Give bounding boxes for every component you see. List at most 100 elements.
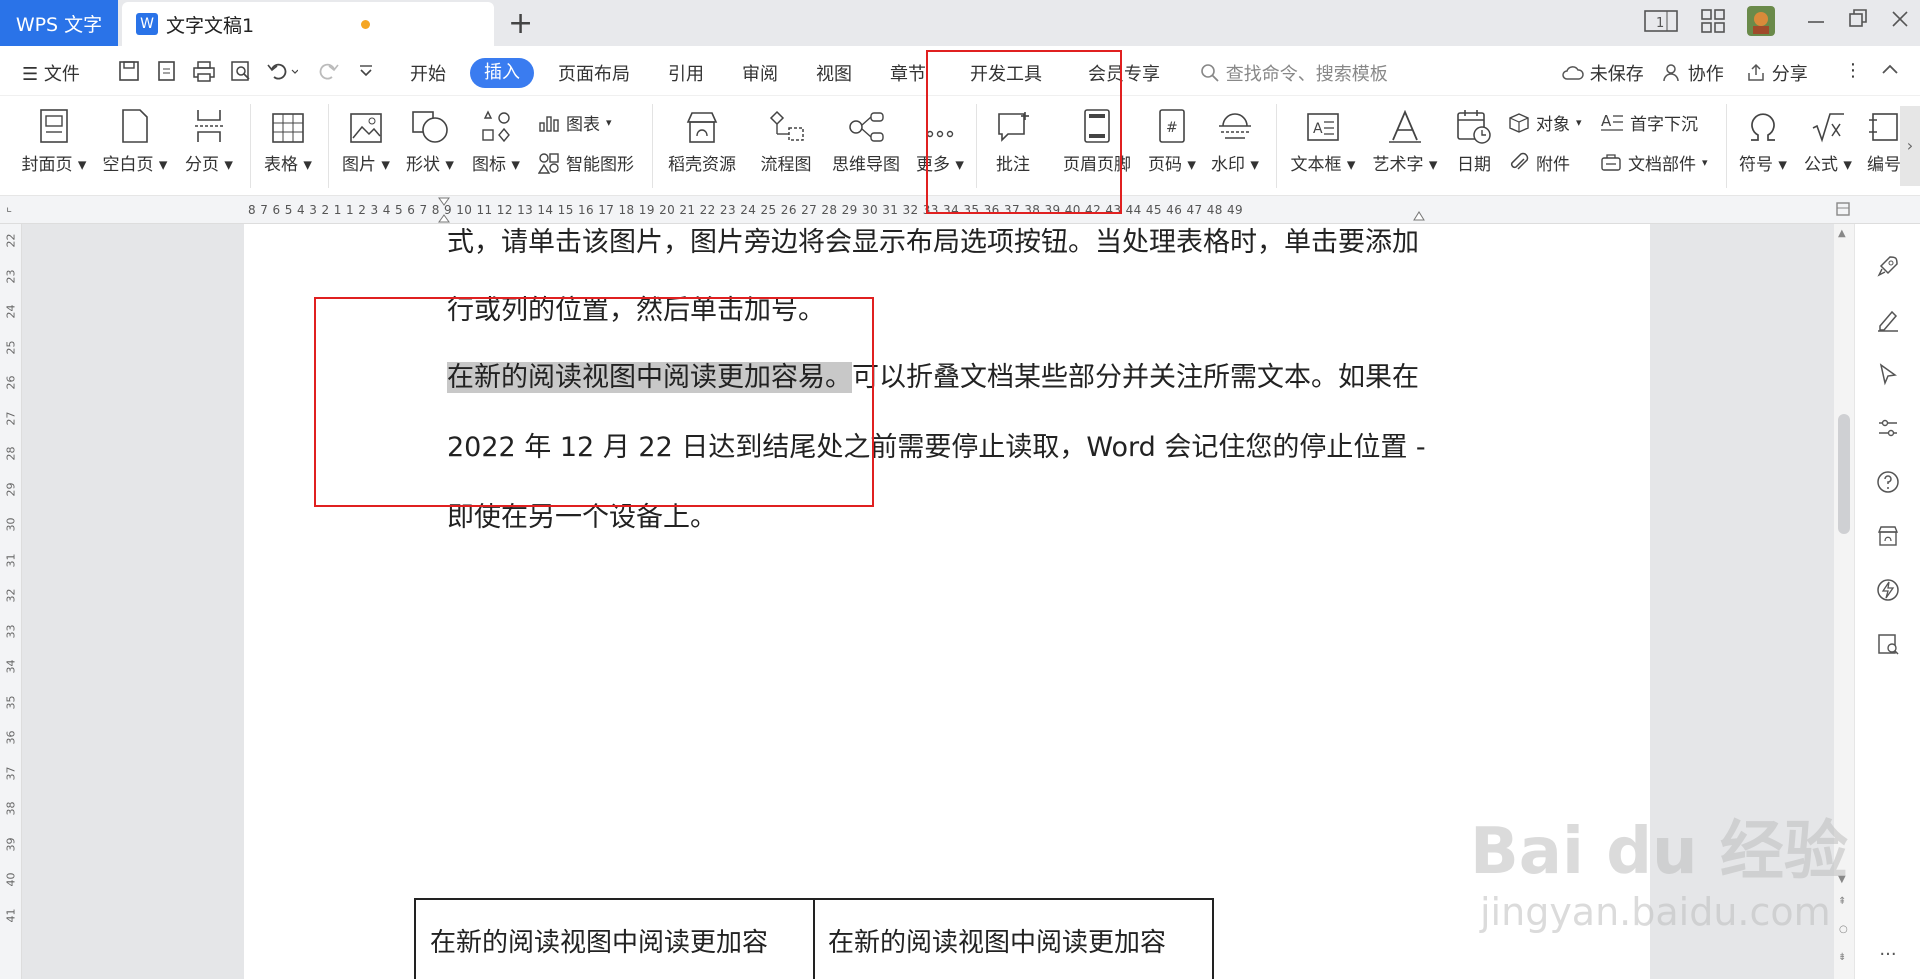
docer-resources-button[interactable]: 稻壳资源 <box>662 104 742 175</box>
settings-sliders-icon[interactable] <box>1874 414 1902 442</box>
date-button[interactable]: 日期 <box>1448 104 1500 175</box>
more-options-icon[interactable]: ⋮ <box>1844 60 1862 81</box>
wordart-icon <box>1366 104 1444 144</box>
document-icon: W <box>136 13 158 35</box>
document-tab-label: 文字文稿1 <box>166 14 255 37</box>
previous-page-icon[interactable]: ⇞ <box>1838 896 1846 907</box>
reading-mode-icon[interactable] <box>1874 630 1902 658</box>
store-icon[interactable] <box>1874 522 1902 550</box>
collaborate-button[interactable]: 协作 <box>1662 60 1724 86</box>
flowchart-icon <box>750 104 822 144</box>
user-avatar[interactable] <box>1747 6 1775 41</box>
mindmap-button[interactable]: 思维导图 <box>826 104 906 175</box>
right-indent-marker-icon[interactable] <box>1412 206 1426 222</box>
tab-sections-label: 章节 <box>890 64 926 85</box>
ruler-toggle-icon[interactable] <box>1834 200 1854 220</box>
search-box[interactable]: 查找命令、搜索模板 <box>1200 60 1388 86</box>
attachment-button[interactable]: 附件 <box>1508 150 1570 175</box>
table-cell[interactable]: 在新的阅读视图中阅读更加容 <box>430 922 768 959</box>
table-cell[interactable]: 在新的阅读视图中阅读更加容 <box>828 922 1166 959</box>
picture-button[interactable]: 图片 ▾ <box>336 104 396 175</box>
numbering-button[interactable]: 编号 <box>1864 104 1904 175</box>
date-label: 日期 <box>1457 155 1491 175</box>
export-pdf-icon[interactable] <box>156 60 178 87</box>
vertical-ruler-number: 26 <box>4 375 18 390</box>
hamburger-icon: ☰ <box>22 64 39 85</box>
print-icon[interactable] <box>192 60 216 87</box>
symbol-button[interactable]: 符号 ▾ <box>1734 104 1792 175</box>
ribbon-scroll-right-icon[interactable]: › <box>1900 106 1920 186</box>
app-tab-wps[interactable]: WPS 文字 <box>0 0 118 46</box>
attachment-label: 附件 <box>1536 155 1570 175</box>
table-button[interactable]: 表格 ▾ <box>258 104 318 175</box>
page-number-icon: # <box>1144 104 1200 144</box>
tab-review[interactable]: 审阅 <box>742 60 778 86</box>
baidu-watermark-url: jingyan.baidu.com <box>1480 890 1831 934</box>
object-button[interactable]: 对象 ▾ <box>1508 110 1582 135</box>
shape-button[interactable]: 形状 ▾ <box>400 104 460 175</box>
save-icon[interactable] <box>118 60 140 87</box>
more-panel-icon[interactable]: ··· <box>1874 940 1902 968</box>
wordart-button[interactable]: 艺术字 ▾ <box>1366 104 1444 175</box>
paragraph-line[interactable]: 式，请单击该图片，图片旁边将会显示布局选项按钮。当处理表格时，单击要添加 <box>447 224 1419 259</box>
tab-view[interactable]: 视图 <box>816 60 852 86</box>
close-window-icon[interactable] <box>1890 8 1910 37</box>
add-tab-button[interactable]: + <box>508 6 533 41</box>
icon-label: 图标 <box>472 155 507 175</box>
vertical-ruler-number: 39 <box>4 837 18 851</box>
document-tab[interactable]: W 文字文稿1 <box>122 2 494 46</box>
unsaved-button[interactable]: 未保存 <box>1562 60 1644 86</box>
share-button[interactable]: 分享 <box>1746 60 1808 86</box>
object-cube-icon <box>1509 112 1529 133</box>
layout-view-icon[interactable]: 1 <box>1644 8 1678 39</box>
print-preview-icon[interactable] <box>230 60 252 87</box>
help-icon[interactable] <box>1874 468 1902 496</box>
dropcap-button[interactable]: A 首字下沉 <box>1600 110 1698 135</box>
file-menu[interactable]: ☰ 文件 <box>22 60 80 86</box>
select-browse-object-icon[interactable]: ○ <box>1839 924 1848 935</box>
tab-stop-selector-icon[interactable]: ⌞ <box>6 200 12 215</box>
document-part-label: 文档部件 <box>1628 155 1696 175</box>
textbox-icon: A <box>1284 104 1362 144</box>
lightning-icon[interactable] <box>1874 576 1902 604</box>
document-table[interactable]: 在新的阅读视图中阅读更加容 在新的阅读视图中阅读更加容 <box>414 898 1214 979</box>
scroll-up-icon[interactable]: ▲ <box>1838 228 1846 239</box>
restore-icon[interactable] <box>1848 8 1868 37</box>
rocket-icon[interactable] <box>1874 252 1902 280</box>
chart-button[interactable]: 图表 ▾ <box>538 110 612 135</box>
tab-insert[interactable]: 插入 <box>470 58 534 88</box>
vertical-ruler-number: 38 <box>4 801 18 816</box>
page-break-button[interactable]: 分页 ▾ <box>178 104 240 175</box>
customize-quickaccess-icon[interactable] <box>358 60 374 87</box>
tab-references[interactable]: 引用 <box>668 60 704 86</box>
paragraph-text[interactable]: 可以折叠文档某些部分并关注所需文本。如果在 <box>852 362 1419 393</box>
icon-button[interactable]: 图标 ▾ <box>466 104 526 175</box>
minimize-icon[interactable] <box>1806 8 1826 37</box>
cursor-select-icon[interactable] <box>1874 360 1902 388</box>
collapse-ribbon-icon[interactable] <box>1880 60 1900 85</box>
undo-icon[interactable] <box>266 60 299 87</box>
chart-label: 图表 <box>566 115 600 135</box>
document-part-button[interactable]: 文档部件 ▾ <box>1600 150 1708 175</box>
blank-page-button[interactable]: 空白页 ▾ <box>98 104 172 175</box>
formula-button[interactable]: 公式 ▾ <box>1798 104 1858 175</box>
textbox-button[interactable]: A 文本框 ▾ <box>1284 104 1362 175</box>
grid-apps-icon[interactable] <box>1700 8 1726 39</box>
annotation-box-selection <box>314 297 874 507</box>
watermark-button[interactable]: 水印 ▾ <box>1206 104 1264 175</box>
redo-icon[interactable] <box>318 60 342 87</box>
cover-page-button[interactable]: 封面页 ▾ <box>14 104 94 175</box>
next-page-icon[interactable]: ⇟ <box>1838 952 1846 963</box>
tab-sections[interactable]: 章节 <box>890 60 926 86</box>
tab-page-layout[interactable]: 页面布局 <box>558 60 630 86</box>
scrollbar-thumb[interactable] <box>1838 414 1850 534</box>
vertical-ruler-number: 35 <box>4 695 18 709</box>
pen-icon[interactable] <box>1874 306 1902 334</box>
tab-home[interactable]: 开始 <box>410 60 446 86</box>
indent-marker-icon[interactable] <box>437 196 451 224</box>
smartart-button[interactable]: 智能图形 <box>538 150 634 175</box>
tab-page-layout-label: 页面布局 <box>558 64 630 85</box>
flowchart-button[interactable]: 流程图 <box>750 104 822 175</box>
document-part-icon <box>1601 153 1621 171</box>
page-number-button[interactable]: # 页码 ▾ <box>1144 104 1200 175</box>
